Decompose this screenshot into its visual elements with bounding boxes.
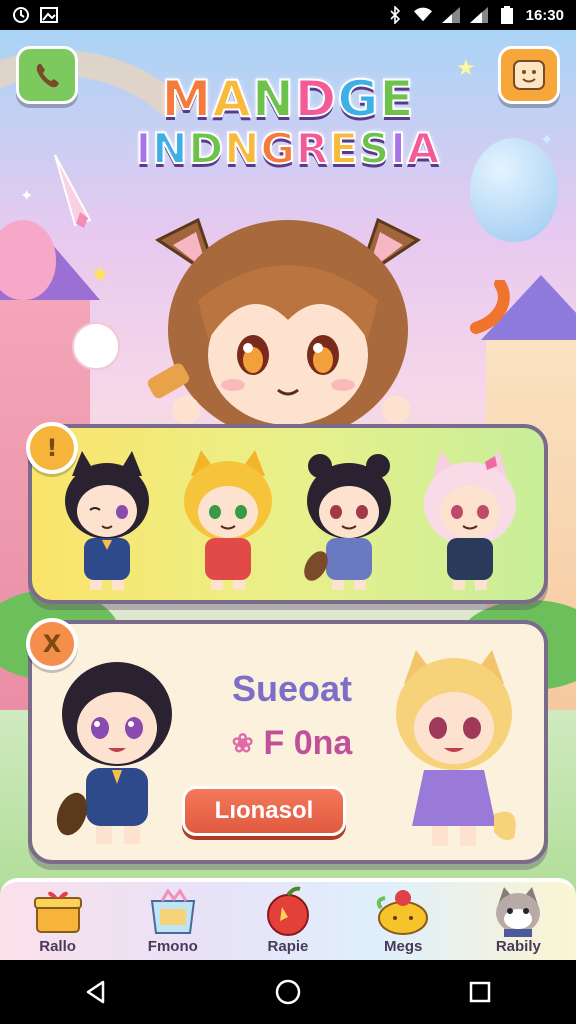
title-letter: G — [259, 123, 296, 174]
bluetooth-icon — [386, 6, 404, 24]
character-blonde-cat-girl[interactable] — [173, 446, 283, 596]
character-pink-cat-girl[interactable] — [415, 446, 525, 596]
title-line-2: INDNGRESIA — [90, 123, 486, 174]
selected-blonde-cat-girl-character[interactable] — [384, 644, 524, 854]
cat-face-icon — [489, 886, 547, 937]
shopping-bag-icon — [144, 886, 202, 936]
status-left — [12, 6, 58, 24]
select-confirm-button[interactable]: Lıonasol — [182, 786, 346, 836]
tab-megs[interactable]: Megs — [353, 886, 453, 960]
title-letter: N — [251, 69, 295, 129]
hero-cat-girl-character — [147, 217, 421, 440]
title-letter: M — [160, 69, 213, 129]
tab-rallo[interactable]: Rallo — [8, 886, 108, 960]
select-subtitle: F 0na — [263, 724, 353, 762]
home-button[interactable] — [258, 962, 318, 1022]
star-icon: ✦ — [540, 130, 554, 149]
wifi-icon — [413, 6, 432, 24]
character-black-cat-boy[interactable] — [52, 446, 162, 596]
home-circle-icon — [275, 979, 301, 1005]
title-letter: I — [135, 123, 153, 174]
game-scene: ★ ★ ✦ ✦ MANDGE INDNGRESIA ! X Sueoat ❀ F… — [0, 30, 576, 960]
star-icon: ★ — [90, 262, 110, 287]
recents-square-icon — [469, 981, 491, 1003]
title-letter: N — [151, 123, 189, 174]
food-bowl-icon — [374, 886, 432, 936]
title-letter: N — [223, 123, 261, 174]
tab-label: Megs — [383, 938, 423, 955]
title-letter: I — [389, 123, 407, 174]
tab-rapie[interactable]: Rapie — [238, 886, 338, 960]
tab-fmono[interactable]: Fmono — [123, 886, 223, 960]
title-line-1: MANDGE — [90, 69, 486, 129]
white-balloon-icon — [72, 322, 120, 370]
status-bar: 16:30 — [0, 0, 576, 30]
tab-label: Rapie — [267, 938, 309, 955]
game-title: MANDGE INDNGRESIA — [90, 69, 486, 174]
title-letter: D — [294, 69, 338, 129]
character-row — [46, 446, 530, 596]
selected-boy-character[interactable] — [52, 654, 182, 854]
character-bear-girl[interactable] — [294, 446, 404, 596]
title-letter: E — [328, 123, 359, 174]
paw-icon: ❀ — [231, 728, 254, 758]
tab-rabily[interactable]: Rabily — [468, 886, 568, 960]
battery-icon — [498, 6, 516, 24]
tab-label: Rallo — [39, 938, 76, 955]
signal-icon-1 — [441, 6, 460, 24]
phone-icon — [36, 64, 59, 88]
title-letter: A — [406, 123, 441, 174]
recents-button[interactable] — [450, 962, 510, 1022]
signal-icon-2 — [469, 6, 488, 24]
back-triangle-icon — [86, 980, 105, 1004]
sync-icon — [12, 6, 30, 24]
character-roster-panel: ! — [26, 422, 548, 604]
select-subtitle-row: ❀ F 0na — [202, 724, 382, 763]
android-nav-bar — [0, 960, 576, 1024]
title-letter: A — [211, 69, 252, 129]
tab-label: Rabily — [495, 938, 541, 955]
smiley-face-icon — [513, 60, 545, 90]
candy-decoration-icon — [470, 280, 510, 334]
title-letter: G — [336, 69, 380, 129]
title-letter: S — [358, 123, 391, 174]
status-right: 16:30 — [386, 6, 564, 24]
title-letter: D — [187, 123, 225, 174]
profile-face-button[interactable] — [498, 46, 560, 104]
status-time: 16:30 — [525, 6, 564, 24]
image-icon — [40, 6, 58, 24]
title-letter: E — [378, 69, 415, 129]
back-button[interactable] — [66, 962, 126, 1022]
phone-button[interactable] — [16, 46, 78, 104]
apple-icon — [259, 886, 317, 936]
character-select-panel: X Sueoat ❀ F 0na Lıonasol — [26, 618, 548, 864]
title-letter: R — [295, 123, 330, 174]
bottom-tab-bar: Rallo Fmono Rapie Megs Rabily — [0, 878, 576, 960]
star-icon: ✦ — [20, 186, 34, 205]
select-title: Sueoat — [231, 668, 353, 709]
gift-box-icon — [29, 886, 87, 936]
tab-label: Fmono — [147, 938, 198, 955]
